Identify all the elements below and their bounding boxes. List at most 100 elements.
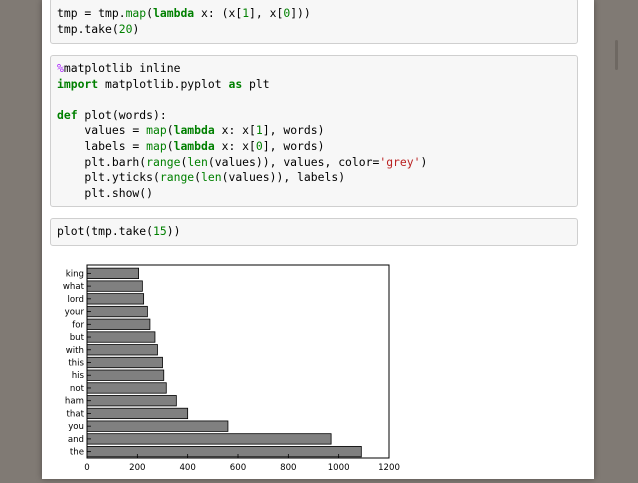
- code-token: x: x[: [214, 138, 256, 153]
- y-tick-label: not: [70, 384, 85, 394]
- code-token: 0: [255, 138, 263, 153]
- code-token: x: x[: [214, 123, 256, 138]
- y-tick-label: you: [68, 422, 84, 432]
- code-token: 20: [118, 21, 133, 36]
- bar: [86, 305, 148, 318]
- y-tick-label: lord: [68, 295, 84, 305]
- code-token: 1: [255, 123, 263, 138]
- code-token: map: [146, 123, 167, 138]
- x-tick-label: 800: [280, 463, 296, 473]
- bar: [86, 395, 177, 407]
- cell2-line: import matplotlib.pyplot as plt: [57, 77, 270, 91]
- code-token: as: [228, 76, 243, 91]
- bar-chart: the and you that ham not his this with but for your…: [63, 264, 400, 473]
- code-token: plt.show(): [57, 185, 154, 200]
- code-token: %: [57, 61, 64, 75]
- bar: [86, 382, 167, 394]
- bar: [86, 344, 158, 356]
- code-token: (: [146, 6, 154, 20]
- y-tick-label: for: [72, 320, 84, 330]
- cell2-line: plt.barh(range(len(values)), values, col…: [57, 155, 427, 169]
- code-token: plt.barh(: [57, 154, 147, 169]
- code-token: lambda: [153, 6, 195, 20]
- code-token: ): [132, 21, 140, 36]
- code-token: 'grey': [379, 154, 421, 169]
- cell2-line: labels = map(lambda x: x[0], words): [57, 138, 325, 153]
- code-cell-3-source: plot(tmp.take(15)): [51, 224, 577, 240]
- code-cell-2-source: %matplotlib inline import matplotlib.pyp…: [51, 61, 577, 201]
- x-tick-label: 600: [230, 463, 246, 473]
- code-token: range: [159, 170, 195, 185]
- bar: [86, 407, 189, 420]
- cell2-line: plt.yticks(range(len(values)), labels): [57, 170, 345, 184]
- y-tick-label: king: [66, 269, 84, 279]
- code-token: def: [57, 107, 78, 122]
- code-token: values =: [57, 123, 147, 138]
- bar: [86, 369, 165, 381]
- x-tick-label: 200: [129, 463, 145, 473]
- code-token: lambda: [173, 138, 215, 153]
- cell2-line: values = map(lambda x: x[1], words): [57, 123, 325, 138]
- code-token: len: [201, 170, 222, 185]
- bar: [86, 356, 163, 369]
- cell2-line: %matplotlib inline: [57, 61, 180, 75]
- code-token: (: [166, 138, 174, 153]
- y-tick-label: what: [63, 282, 85, 292]
- code-token: (values)), values, color=: [207, 154, 380, 169]
- x-tick-label: 0: [84, 463, 89, 473]
- code-cell-2[interactable]: %matplotlib inline import matplotlib.pyp…: [50, 55, 578, 207]
- code-cell-1-source: tmp = tmp.map(lambda x: (x[1], x[0])) tm…: [51, 6, 577, 37]
- code-token: 15: [153, 224, 167, 238]
- code-token: ): [420, 154, 428, 169]
- bar: [86, 331, 156, 343]
- code-token: import: [57, 76, 99, 91]
- code-token: ], words): [262, 138, 325, 153]
- code-token: len: [187, 154, 208, 169]
- code-token: ], words): [262, 123, 325, 138]
- x-tick-label: 1200: [378, 463, 400, 473]
- code-token: lambda: [173, 123, 215, 138]
- code-token: tmp = tmp.: [57, 6, 126, 20]
- y-tick-label: this: [68, 359, 84, 369]
- cell2-line: plt.show(): [57, 186, 153, 200]
- y-tick-label: and: [68, 435, 84, 445]
- bar: [86, 318, 151, 330]
- code-token: ])): [290, 6, 311, 20]
- code-token: plt.yticks(: [57, 170, 160, 185]
- code-token: plt: [242, 76, 270, 91]
- bar: [86, 420, 229, 432]
- code-token: plot(words):: [77, 107, 167, 122]
- bar: [86, 433, 332, 445]
- bar: [86, 267, 139, 279]
- code-token: (values)), labels): [221, 170, 346, 185]
- cell2-line: def plot(words):: [57, 108, 167, 122]
- code-cell-3[interactable]: plot(tmp.take(15)): [50, 218, 578, 246]
- code-token: map: [125, 6, 147, 20]
- code-token: plot(tmp.take(: [57, 224, 154, 238]
- y-tick-label: his: [72, 371, 85, 381]
- code-token: map: [146, 138, 167, 153]
- scrollbar-thumb[interactable]: [615, 40, 618, 70]
- code-token: range: [146, 154, 181, 169]
- code-cell-1[interactable]: tmp = tmp.map(lambda x: (x[1], x[0])) tm…: [50, 0, 578, 44]
- cell1-line: tmp.take(20): [57, 22, 139, 36]
- cell1-line: tmp = tmp.map(lambda x: (x[1], x[0])): [57, 6, 311, 20]
- code-token: (: [166, 123, 174, 138]
- code-token: matplotlib.pyplot: [98, 76, 229, 91]
- code-token: )): [166, 224, 181, 238]
- y-tick-label: with: [66, 346, 84, 356]
- x-tick-label: 400: [179, 463, 195, 473]
- y-tick-label: ham: [65, 397, 84, 407]
- cell3-line: plot(tmp.take(15)): [57, 224, 180, 238]
- code-token: (: [194, 170, 202, 185]
- y-tick-label: but: [70, 333, 85, 343]
- bar: [86, 446, 362, 458]
- y-tick-label: that: [67, 409, 85, 419]
- code-token: ], x[: [249, 6, 284, 20]
- y-tick-label: your: [65, 308, 85, 318]
- code-token: x: (x[: [194, 6, 243, 20]
- bar: [86, 293, 145, 305]
- bar: [86, 280, 143, 292]
- code-token: labels =: [57, 138, 147, 153]
- code-token: tmp.take(: [57, 21, 119, 36]
